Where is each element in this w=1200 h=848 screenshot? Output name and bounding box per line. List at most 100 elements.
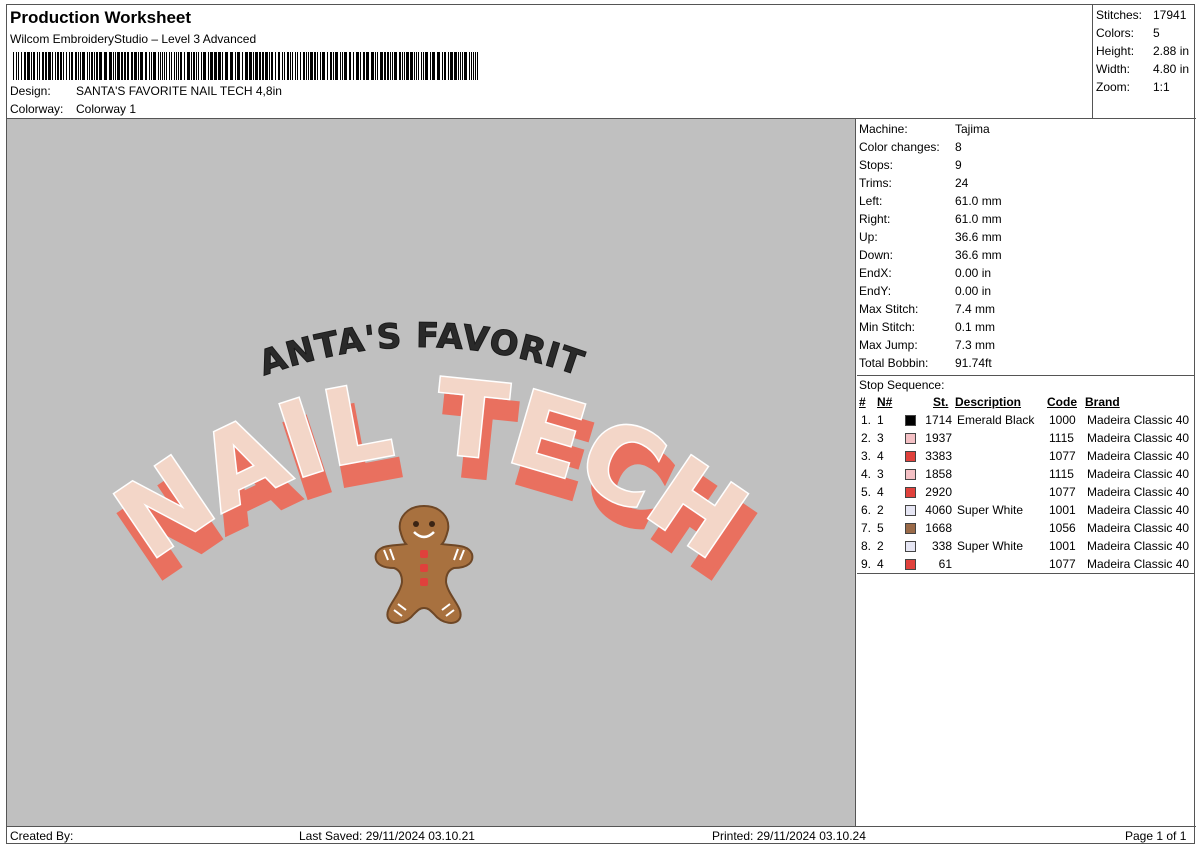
stat-label: Width: <box>1096 62 1131 76</box>
machine-info-row: Right: 61.0 mm <box>859 212 1002 226</box>
seq-stitches: 2920 <box>925 485 952 499</box>
machine-info-row: Down: 36.6 mm <box>859 248 1002 262</box>
worksheet-title: Production Worksheet <box>10 8 192 27</box>
info-value: 8 <box>955 140 962 154</box>
info-label: Stops: <box>859 158 894 172</box>
last-saved: Last Saved: 29/11/2024 03.10.21 <box>299 829 475 843</box>
software-name: Wilcom EmbroideryStudio – Level 3 Advanc… <box>10 32 257 46</box>
info-label: Max Stitch: <box>859 302 919 316</box>
panel-divider <box>857 375 1195 376</box>
info-label: Up: <box>859 230 878 244</box>
panel-divider <box>857 573 1195 574</box>
created-by: Created By: <box>10 829 74 843</box>
seq-code: 1077 <box>1049 485 1076 499</box>
color-swatch <box>905 433 916 444</box>
info-label: Max Jump: <box>859 338 918 352</box>
info-label: Total Bobbin: <box>859 356 929 370</box>
seq-code: 1115 <box>1049 467 1074 481</box>
machine-info-row: Trims: 24 <box>859 176 968 190</box>
machine-info-row: Min Stitch: 0.1 mm <box>859 320 995 334</box>
seq-needle: 4 <box>877 557 884 571</box>
machine-info-row: Machine: Tajima <box>859 122 990 136</box>
seq-num: 6. <box>861 503 872 517</box>
seq-stitches: 61 <box>938 557 952 571</box>
stop-sequence-row: 5. 4 2920 1077 Madeira Classic 40 <box>859 485 1195 503</box>
colorway-label: Colorway: <box>10 102 64 116</box>
stat-label: Height: <box>1096 44 1135 58</box>
info-value: 91.74ft <box>955 356 992 370</box>
machine-info-row: Max Stitch: 7.4 mm <box>859 302 995 316</box>
seq-stitches: 338 <box>931 539 952 553</box>
color-swatch <box>905 487 916 498</box>
machine-info-row: Color changes: 8 <box>859 140 962 154</box>
seq-brand: Madeira Classic 40 <box>1087 539 1190 553</box>
stat-colors: Colors: 5 <box>1096 26 1160 40</box>
stat-height: Height: 2.88 in <box>1096 44 1189 58</box>
stat-value: 2.88 in <box>1153 44 1190 58</box>
seq-stitches: 1714 <box>925 413 952 427</box>
info-label: Trims: <box>859 176 892 190</box>
stat-value: 1:1 <box>1153 80 1170 94</box>
stat-label: Zoom: <box>1096 80 1131 94</box>
barcode-image <box>13 52 478 80</box>
info-label: Down: <box>859 248 894 262</box>
color-swatch <box>905 469 916 480</box>
info-panel: Machine: Tajima Color changes: 8 Stops: 9 Trim… <box>857 119 1195 826</box>
worksheet-frame: Production Worksheet Wilcom EmbroiderySt… <box>0 4 1196 844</box>
seq-needle: 3 <box>877 431 884 445</box>
gingerbread-icon <box>374 504 474 624</box>
seq-num: 4. <box>861 467 872 481</box>
seq-stitches: 4060 <box>925 503 952 517</box>
color-swatch <box>905 415 916 426</box>
col-num: # <box>859 395 866 409</box>
machine-info-row: Up: 36.6 mm <box>859 230 1002 244</box>
seq-description: Super White <box>957 503 1024 517</box>
stat-label: Stitches: <box>1096 8 1143 22</box>
design-row: Design: SANTA'S FAVORITE NAIL TECH 4,8in <box>10 84 282 98</box>
seq-needle: 5 <box>877 521 884 535</box>
info-value: 61.0 mm <box>955 194 1002 208</box>
design-value: SANTA'S FAVORITE NAIL TECH 4,8in <box>76 84 282 98</box>
stat-zoom: Zoom: 1:1 <box>1096 80 1170 94</box>
seq-brand: Madeira Classic 40 <box>1087 413 1190 427</box>
seq-brand: Madeira Classic 40 <box>1087 557 1190 571</box>
seq-stitches: 1858 <box>925 467 952 481</box>
color-swatch <box>905 523 916 534</box>
col-needle: N# <box>877 395 893 409</box>
seq-code: 1056 <box>1049 521 1076 535</box>
seq-code: 1077 <box>1049 557 1076 571</box>
info-value: 0.00 in <box>955 284 992 298</box>
seq-brand: Madeira Classic 40 <box>1087 431 1190 445</box>
info-value: 0.00 in <box>955 266 992 280</box>
info-label: Color changes: <box>859 140 940 154</box>
seq-needle: 3 <box>877 467 884 481</box>
seq-needle: 4 <box>877 485 884 499</box>
info-label: Left: <box>859 194 883 208</box>
seq-stitches: 3383 <box>925 449 952 463</box>
stop-sequence-row: 3. 4 3383 1077 Madeira Classic 40 <box>859 449 1195 467</box>
info-value: 61.0 mm <box>955 212 1002 226</box>
info-value: 36.6 mm <box>955 230 1002 244</box>
seq-code: 1001 <box>1049 539 1076 553</box>
stat-label: Colors: <box>1096 26 1135 40</box>
seq-num: 7. <box>861 521 872 535</box>
seq-brand: Madeira Classic 40 <box>1087 467 1190 481</box>
info-value: 36.6 mm <box>955 248 1002 262</box>
machine-info-row: Max Jump: 7.3 mm <box>859 338 995 352</box>
design-preview: SANTA'S FAVORITE NAIL TECH NAIL TECH <box>0 88 856 826</box>
seq-num: 5. <box>861 485 872 499</box>
stop-sequence-title: Stop Sequence: <box>859 378 945 392</box>
machine-info-row: Left: 61.0 mm <box>859 194 1002 208</box>
info-value: 9 <box>955 158 962 172</box>
machine-info-row: Total Bobbin: 91.74ft <box>859 356 992 370</box>
col-code: Code <box>1047 395 1077 409</box>
info-label: EndX: <box>859 266 892 280</box>
seq-num: 3. <box>861 449 872 463</box>
seq-brand: Madeira Classic 40 <box>1087 449 1190 463</box>
stop-sequence-row: 1. 1 1714 Emerald Black 1000 Madeira Classic … <box>859 413 1195 431</box>
stop-sequence-row: 6. 2 4060 Super White 1001 Madeira Classic 40 <box>859 503 1195 521</box>
seq-needle: 2 <box>877 539 884 553</box>
stop-sequence-row: 7. 5 1668 1056 Madeira Classic 40 <box>859 521 1195 539</box>
seq-code: 1115 <box>1049 431 1074 445</box>
info-label: EndY: <box>859 284 892 298</box>
